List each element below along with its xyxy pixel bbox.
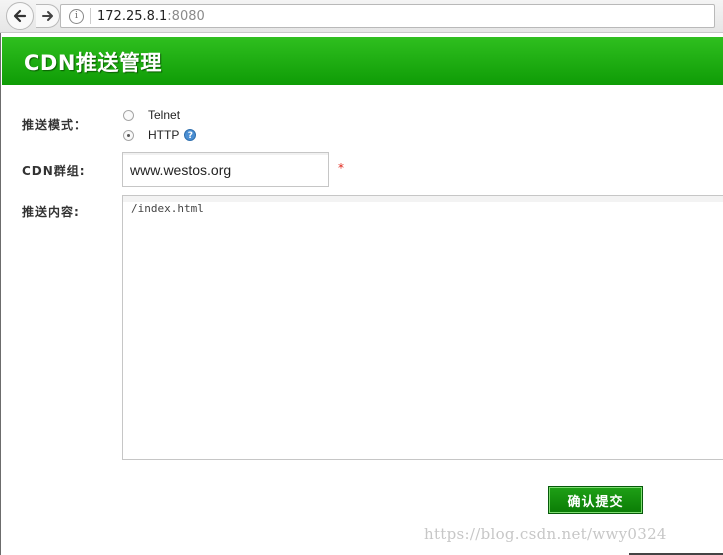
radio-http[interactable] [123,129,134,141]
radio-label-telnet: Telnet [148,108,181,122]
radio-option-telnet[interactable]: Telnet [123,108,180,122]
push-content-textarea[interactable]: /index.html [122,195,723,460]
page-content: CDN推送管理 推送模式： Telnet HTTP ? CDN群组: * 推送内… [0,33,723,555]
address-bar[interactable]: i 172.25.8.1:8080 [60,4,715,28]
required-mark: * [338,161,344,175]
arrow-right-icon [41,11,53,21]
back-button[interactable] [6,2,34,30]
url-separator [90,8,91,24]
radio-telnet[interactable] [123,109,134,121]
push-mode-label: 推送模式： [22,118,88,132]
url-host: 172.25.8.1 [97,8,168,24]
submit-button[interactable]: 确认提交 [548,486,643,514]
watermark: https://blog.csdn.net/wwy0324 [424,525,667,543]
radio-label-http: HTTP [148,128,180,142]
arrow-left-icon [13,9,27,23]
push-content-label: 推送内容: [22,205,80,219]
url-port: :8080 [167,8,205,24]
page-header: CDN推送管理 [2,37,723,85]
radio-option-http[interactable]: HTTP ? [123,128,197,142]
browser-toolbar: i 172.25.8.1:8080 [0,0,723,33]
cdn-group-input[interactable] [122,152,329,187]
info-icon[interactable]: i [69,8,84,24]
help-icon[interactable]: ? [184,129,197,141]
cdn-group-label: CDN群组: [22,164,86,178]
forward-button[interactable] [36,4,60,28]
page-title: CDN推送管理 [24,51,162,75]
